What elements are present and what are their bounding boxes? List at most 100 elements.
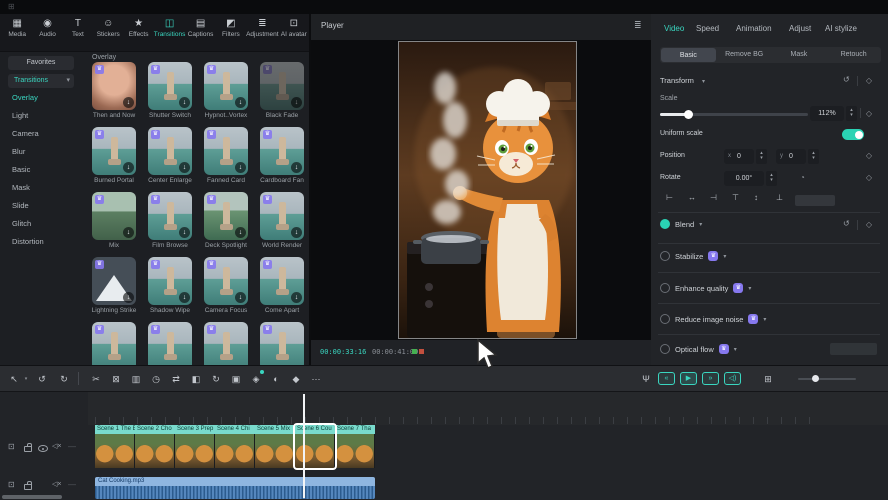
collection-dropdown[interactable]: Transitions ▾ <box>8 74 74 88</box>
stabilize-section[interactable]: Stabilize ♛ ▾ <box>660 251 726 261</box>
category-overlay[interactable]: Overlay <box>12 93 38 109</box>
delete-tool-icon[interactable]: ⊠ <box>108 371 124 387</box>
keyframe-icon[interactable]: ◇ <box>862 151 876 160</box>
align-left-icon[interactable]: ⊢ <box>666 193 673 202</box>
transition-thumb[interactable]: ♛↓ <box>148 257 192 305</box>
freeze-tool-icon[interactable]: ▥ <box>128 371 144 387</box>
frame-indicator-icon[interactable] <box>419 349 424 354</box>
split-tool-icon[interactable]: ✂ <box>88 371 104 387</box>
favorites-button[interactable]: Favorites <box>8 56 74 70</box>
reset-icon[interactable]: ↺ <box>843 219 850 228</box>
align-top-icon[interactable]: ⊤ <box>732 193 739 202</box>
frame-indicator-icon[interactable] <box>412 349 417 354</box>
enhance-quality-section[interactable]: Enhance quality ♛ ▾ <box>660 283 751 293</box>
timeline-clip-selected[interactable]: Scene 6 Cou <box>295 425 335 468</box>
mirror-tool-icon[interactable]: ◧ <box>188 371 204 387</box>
timeline-clip[interactable]: Scene 5 Mix <box>255 425 295 468</box>
toolbar-item-effects[interactable]: ★Effects <box>123 18 153 51</box>
align-right-icon[interactable]: ⊣ <box>710 193 717 202</box>
scale-stepper[interactable]: ▴▾ <box>846 106 857 121</box>
rotate-tool-icon[interactable]: ↻ <box>208 371 224 387</box>
track-menu-icon[interactable]: ⊡ <box>8 480 15 489</box>
transition-thumb[interactable]: ♛↓ <box>260 192 304 240</box>
display-mode-icon[interactable]: ⊞ <box>760 371 776 387</box>
stepper-down-icon[interactable]: ▾ <box>808 156 819 161</box>
keyframe-icon[interactable]: ◇ <box>862 173 876 182</box>
reset-icon[interactable]: ↺ <box>843 75 850 84</box>
mask-tool-icon[interactable]: ◐ <box>268 371 284 387</box>
reduce-noise-checkbox[interactable] <box>660 314 670 324</box>
transition-thumb[interactable]: ♛ <box>148 322 192 365</box>
transition-thumb[interactable]: ♛↓ <box>92 192 136 240</box>
transition-thumb[interactable]: ♛↓ <box>204 127 248 175</box>
timeline-clip[interactable]: Scene 2 Cho <box>135 425 175 468</box>
category-basic[interactable]: Basic <box>12 165 30 181</box>
enhance-quality-checkbox[interactable] <box>660 283 670 293</box>
horizontal-scrollbar[interactable] <box>2 495 62 499</box>
keyframe-icon[interactable]: ◇ <box>862 220 876 229</box>
scale-value-input[interactable]: 112% <box>810 106 844 121</box>
align-center-h-icon[interactable]: ↔ <box>688 193 696 202</box>
stepper-down-icon[interactable]: ▾ <box>756 156 767 161</box>
transition-thumb[interactable]: ♛ <box>260 322 304 365</box>
mute-icon[interactable]: ◁× <box>52 480 61 488</box>
transition-thumb[interactable]: ♛↓ <box>148 192 192 240</box>
position-x-stepper[interactable]: ▴▾ <box>756 149 767 164</box>
scale-slider-handle[interactable] <box>684 110 693 119</box>
toolbar-item-transitions[interactable]: ◫Transitions <box>154 18 186 51</box>
select-tool-caret-icon[interactable]: ▾ <box>18 371 34 387</box>
tab-ai-stylize[interactable]: AI stylize <box>825 24 857 33</box>
transition-thumb[interactable]: ♛↓ <box>204 192 248 240</box>
hide-track-icon[interactable] <box>38 445 48 452</box>
timeline-zoom-handle[interactable] <box>812 375 819 382</box>
tab-speed[interactable]: Speed <box>696 24 719 33</box>
transition-thumb[interactable]: ♛↓ <box>148 62 192 110</box>
next-frame-button[interactable]: » <box>702 372 719 385</box>
position-y-stepper[interactable]: ▴▾ <box>808 149 819 164</box>
align-option-button[interactable] <box>795 195 835 206</box>
stabilize-checkbox[interactable] <box>660 251 670 261</box>
toolbar-item-adjustment[interactable]: ≣Adjustment <box>246 18 279 51</box>
transform-section-title[interactable]: Transform <box>660 76 694 85</box>
window-menu-icon[interactable]: ⊞ <box>8 2 15 11</box>
transition-thumb[interactable]: ♛ <box>92 322 136 365</box>
keyframe-tool-icon[interactable]: ◆ <box>288 371 304 387</box>
transition-thumb[interactable]: ♛↓ <box>92 257 136 305</box>
subtab-basic[interactable]: Basic <box>661 48 716 62</box>
category-glitch[interactable]: Glitch <box>12 219 31 235</box>
transition-thumb[interactable]: ♛↓ <box>92 127 136 175</box>
player-menu-icon[interactable]: ≣ <box>634 20 642 31</box>
tab-video[interactable]: Video <box>664 24 684 33</box>
transition-thumb[interactable]: ♛↓ <box>204 62 248 110</box>
transition-thumb[interactable]: ♛↓ <box>92 62 136 110</box>
prev-frame-button[interactable]: « <box>658 372 675 385</box>
transition-thumb[interactable]: ♛↓ <box>204 257 248 305</box>
transition-thumb[interactable]: ♛ <box>204 322 248 365</box>
more-tools-icon[interactable]: ⋯ <box>308 371 324 387</box>
category-distortion[interactable]: Distortion <box>12 237 44 253</box>
lock-icon[interactable] <box>24 446 32 452</box>
transition-thumb[interactable]: ♛↓ <box>148 127 192 175</box>
rotate-dial-icon[interactable]: ◔ <box>800 173 805 182</box>
timeline-clip[interactable]: Scene 4 Chi <box>215 425 255 468</box>
speed-tool-icon[interactable]: ◷ <box>148 371 164 387</box>
category-light[interactable]: Light <box>12 111 28 127</box>
tab-adjust[interactable]: Adjust <box>789 24 811 33</box>
stepper-down-icon[interactable]: ▾ <box>766 178 777 183</box>
blend-section[interactable]: Blend ▾ <box>660 219 702 229</box>
mute-icon[interactable]: ◁× <box>52 442 61 450</box>
blend-checkbox[interactable] <box>660 219 670 229</box>
transition-thumb[interactable]: ♛↓ <box>260 127 304 175</box>
category-slide[interactable]: Slide <box>12 201 29 217</box>
reduce-noise-section[interactable]: Reduce image noise ♛ ▾ <box>660 314 766 324</box>
uniform-scale-toggle[interactable] <box>842 129 864 140</box>
toolbar-item-filters[interactable]: ◩Filters <box>216 18 246 51</box>
category-camera[interactable]: Camera <box>12 129 39 145</box>
align-center-v-icon[interactable]: ↕ <box>754 193 758 202</box>
keyframe-icon[interactable]: ◇ <box>862 76 876 85</box>
track-collapse-icon[interactable]: — <box>68 442 76 451</box>
toolbar-item-captions[interactable]: ▤Captions <box>185 18 215 51</box>
playhead[interactable] <box>303 394 305 498</box>
align-bottom-icon[interactable]: ⊥ <box>776 193 783 202</box>
mic-icon[interactable]: Ψ <box>638 371 654 387</box>
